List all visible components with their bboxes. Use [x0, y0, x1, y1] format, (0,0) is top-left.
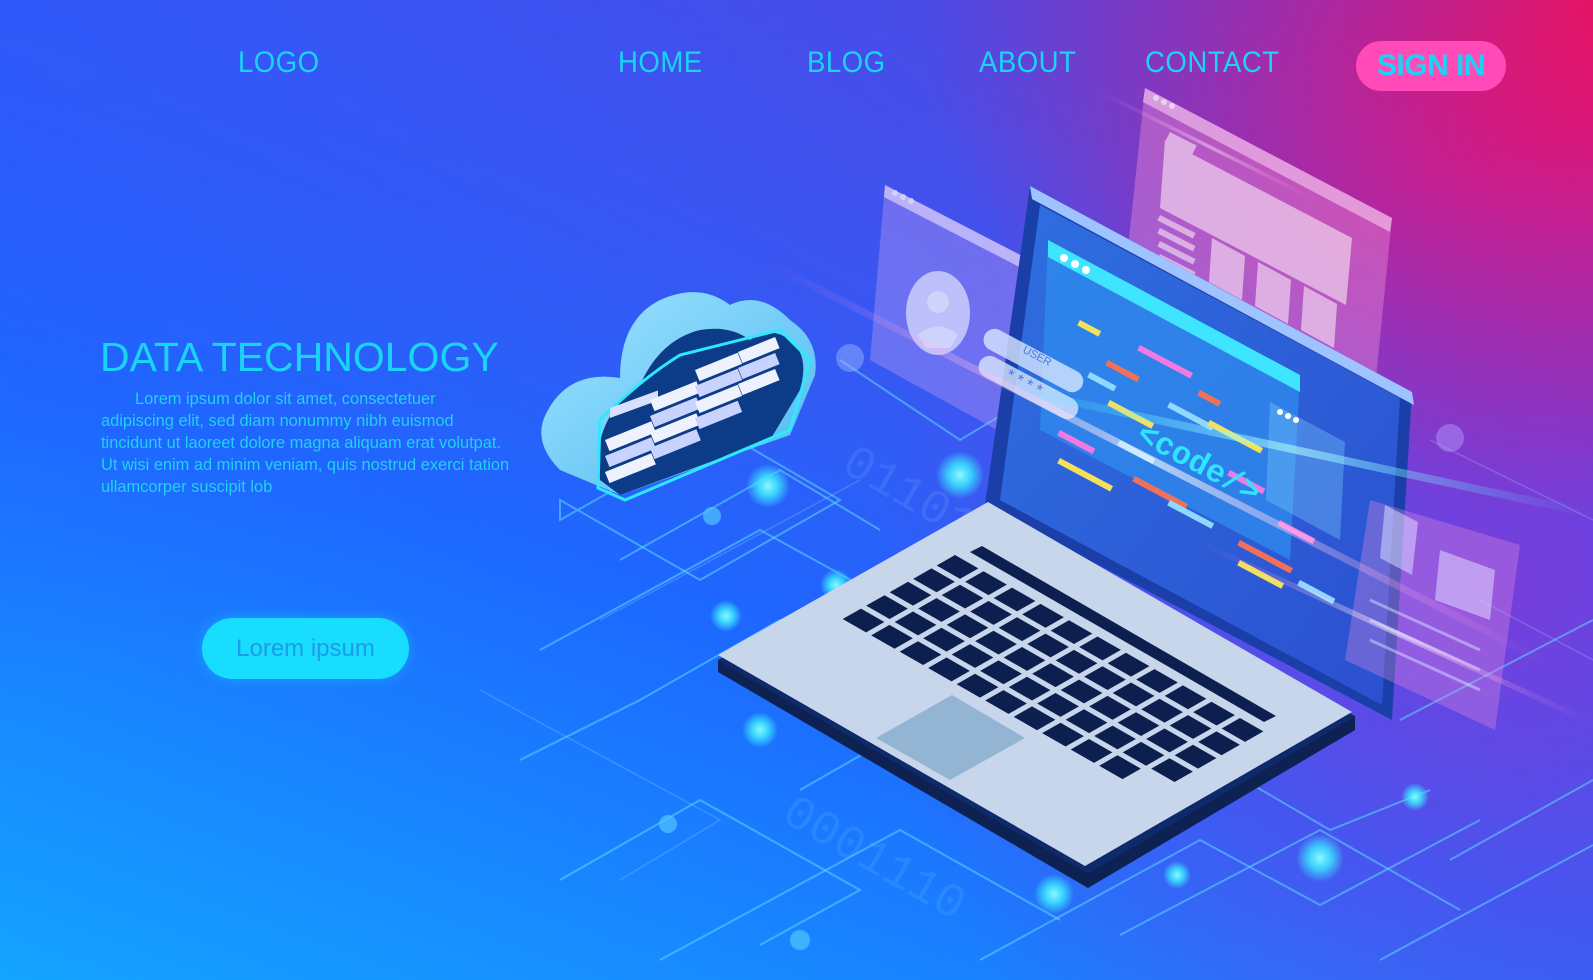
nav-about[interactable]: ABOUT: [979, 46, 1076, 80]
hero-title: DATA TECHNOLOGY: [100, 334, 499, 380]
nav-home[interactable]: HOME: [618, 46, 703, 80]
nav-contact[interactable]: CONTACT: [1145, 46, 1280, 80]
svg-text:0001110: 0001110: [773, 786, 975, 934]
top-navigation: LOGO HOME BLOG ABOUT CONTACT SIGN IN: [0, 0, 1593, 130]
hero-description: Lorem ipsum dolor sit amet, consectetuer…: [101, 390, 510, 496]
cta-button[interactable]: Lorem ipsum: [202, 618, 409, 679]
nav-blog[interactable]: BLOG: [807, 46, 886, 80]
logo-link[interactable]: LOGO: [238, 46, 320, 80]
sign-in-button[interactable]: SIGN IN: [1356, 41, 1506, 91]
